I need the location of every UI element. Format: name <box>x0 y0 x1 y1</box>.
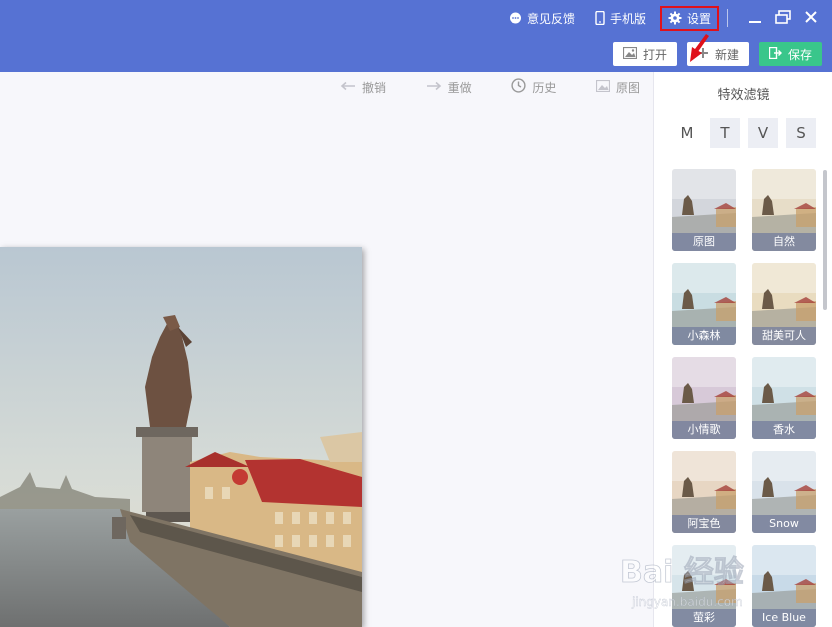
filter-panel: 特效滤镜 M T V S 原图 自然小森林 甜美可人小情歌 香水阿宝色 Snow 萤彩 Ic… <box>653 72 832 627</box>
settings-button[interactable]: 设置 <box>659 5 719 31</box>
filter-label: Ice Blue <box>752 609 816 627</box>
filter-label: 小森林 <box>672 327 736 345</box>
close-icon <box>804 10 818 27</box>
filter-label: Snow <box>752 515 816 533</box>
edit-toolbar: 撤销 重做 历史 原图 <box>340 78 640 96</box>
panel-title: 特效滤镜 <box>717 88 770 103</box>
top-links: 意见反馈 手机版 设置 <box>489 4 820 32</box>
open-label: 打开 <box>642 47 667 62</box>
tab-t[interactable]: T <box>710 118 740 148</box>
filter-thumb[interactable]: 萤彩 <box>672 545 736 627</box>
settings-label: 设置 <box>686 11 711 26</box>
panel-scrollbar[interactable] <box>823 170 827 310</box>
export-icon <box>768 46 782 62</box>
arrow-left-icon <box>340 80 356 94</box>
mobile-label: 手机版 <box>609 11 646 26</box>
filter-thumb[interactable]: 甜美可人 <box>752 263 816 345</box>
action-buttons: 打开 新建 保存 <box>612 42 822 66</box>
original-button[interactable]: 原图 <box>595 79 640 96</box>
feedback-label: 意见反馈 <box>526 11 575 26</box>
image-icon <box>595 79 611 95</box>
photo-image <box>0 247 362 627</box>
filter-thumb[interactable]: 小情歌 <box>672 357 736 439</box>
filter-thumb[interactable]: 香水 <box>752 357 816 439</box>
edited-photo[interactable] <box>0 247 362 627</box>
save-label: 保存 <box>787 47 812 62</box>
tab-v[interactable]: V <box>748 118 778 148</box>
feedback-link[interactable]: 意见反馈 <box>509 10 575 27</box>
chat-icon <box>509 12 522 25</box>
filter-label: 香水 <box>752 421 816 439</box>
filter-thumb[interactable]: 阿宝色 <box>672 451 736 533</box>
filter-label: 甜美可人 <box>752 327 816 345</box>
save-button[interactable]: 保存 <box>758 42 822 66</box>
annotation-arrow <box>690 34 709 62</box>
minimize-button[interactable] <box>746 9 764 27</box>
gear-icon <box>668 11 682 25</box>
header-divider <box>727 9 728 27</box>
clock-icon <box>511 78 526 96</box>
filter-thumb[interactable]: 自然 <box>752 169 816 251</box>
new-label: 新建 <box>714 47 739 62</box>
history-button[interactable]: 历史 <box>511 78 556 96</box>
filter-grid: 原图 自然小森林 甜美可人小情歌 香水阿宝色 Snow 萤彩 Ice Blue <box>672 169 820 627</box>
open-button[interactable]: 打开 <box>612 42 677 66</box>
filter-label: 小情歌 <box>672 421 736 439</box>
history-label: 历史 <box>532 80 557 95</box>
arrow-right-icon <box>426 80 442 94</box>
close-button[interactable] <box>802 9 820 27</box>
restore-button[interactable] <box>774 9 792 27</box>
filter-label: 自然 <box>752 233 816 251</box>
filter-thumb[interactable]: Snow <box>752 451 816 533</box>
undo-button[interactable]: 撤销 <box>340 79 386 96</box>
filter-label: 阿宝色 <box>672 515 736 533</box>
phone-icon <box>595 11 605 25</box>
redo-button[interactable]: 重做 <box>426 79 472 96</box>
filter-label: 原图 <box>672 233 736 251</box>
restore-icon <box>775 9 791 27</box>
original-label: 原图 <box>615 80 640 95</box>
filter-thumb[interactable]: 小森林 <box>672 263 736 345</box>
filter-label: 萤彩 <box>672 609 736 627</box>
redo-label: 重做 <box>447 80 472 95</box>
image-icon <box>622 46 638 62</box>
tab-m[interactable]: M <box>672 118 702 148</box>
minimize-icon <box>748 10 762 27</box>
undo-label: 撤销 <box>362 80 387 95</box>
filter-thumb[interactable]: Ice Blue <box>752 545 816 627</box>
mobile-link[interactable]: 手机版 <box>595 10 646 27</box>
filter-thumb[interactable]: 原图 <box>672 169 736 251</box>
filter-tabs: M T V S <box>672 118 816 148</box>
tab-s[interactable]: S <box>786 118 816 148</box>
